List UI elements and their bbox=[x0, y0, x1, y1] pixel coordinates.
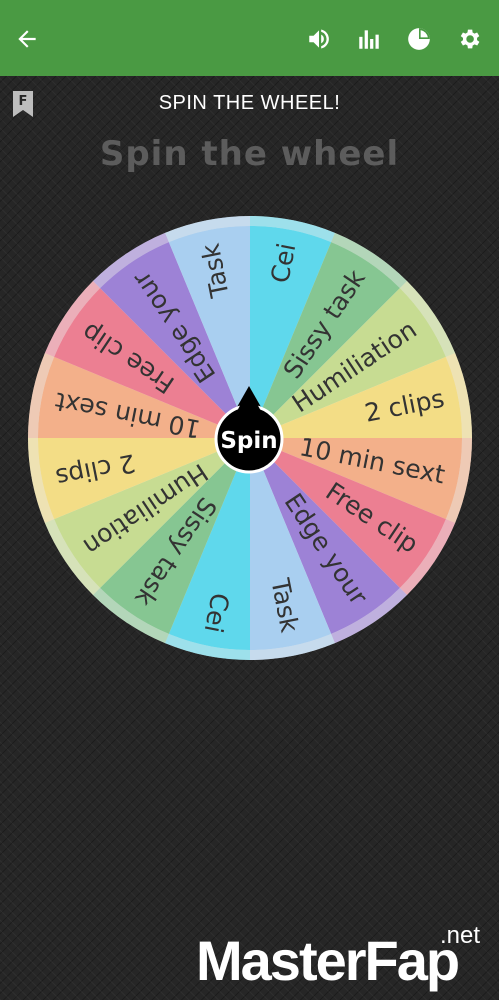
watermark-suffix: .net bbox=[440, 922, 481, 949]
watermark-logo: MasterFap bbox=[196, 928, 460, 993]
watermark-text: MasterFap bbox=[196, 929, 460, 992]
spin-label: Spin bbox=[220, 428, 277, 454]
wheel-area: CeiSissy taskHumiliation2 clips10 min se… bbox=[28, 216, 472, 660]
